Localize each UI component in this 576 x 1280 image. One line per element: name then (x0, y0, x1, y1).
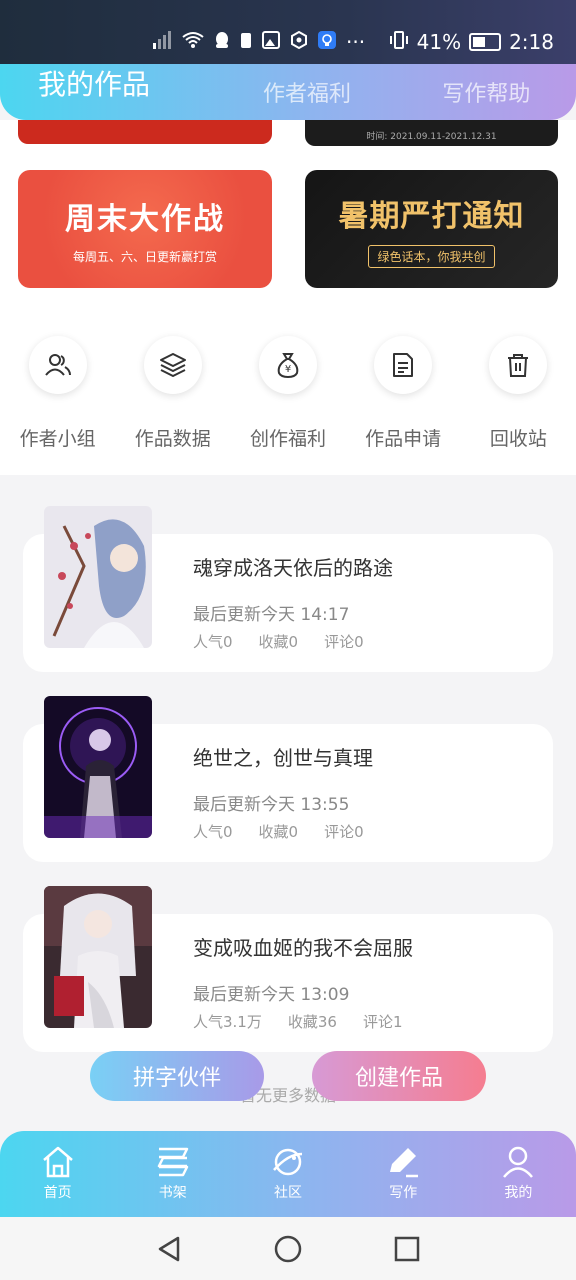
money-bag-icon: ¥ (258, 336, 317, 394)
recents-icon[interactable] (394, 1236, 420, 1262)
nav-mine[interactable]: 我的 (461, 1131, 576, 1217)
nav-community[interactable]: 社区 (230, 1131, 345, 1217)
layers-icon (143, 336, 202, 394)
work-popularity: 人气0 (193, 633, 233, 651)
work-cover-image[interactable] (44, 886, 152, 1028)
quick-label: 作者小组 (19, 428, 96, 450)
tab-writing-help[interactable]: 写作帮助 (397, 76, 576, 108)
vibrate-icon (389, 30, 409, 54)
nav-label: 书架 (158, 1185, 187, 1201)
user-icon (503, 1146, 534, 1178)
status-right: 41% 2:18 (389, 30, 554, 54)
work-favorites: 收藏0 (258, 633, 299, 651)
nav-label: 社区 (274, 1185, 302, 1201)
header-tabs: 我的作品 作者福利 写作帮助 (0, 64, 576, 120)
banner-top-left[interactable] (18, 120, 272, 144)
work-cover-image[interactable] (44, 696, 152, 838)
work-title: 魂穿成洛天依后的路途 (193, 556, 393, 580)
work-title: 变成吸血姬的我不会屈服 (193, 936, 413, 960)
planet-icon (273, 1148, 303, 1176)
work-stats: 人气3.1万 收藏36 评论1 (193, 1011, 403, 1032)
quick-work-data[interactable]: 作品数据 (115, 336, 230, 451)
svg-text:¥: ¥ (285, 364, 291, 375)
quick-actions: 作者小组 作品数据 ¥ 创作福利 作品申请 回收站 (0, 336, 576, 451)
summer-banner-subtitle: 绿色话本，你我共创 (368, 244, 495, 268)
quick-label: 作品申请 (365, 428, 442, 450)
battery-icon (469, 33, 502, 51)
document-icon (374, 336, 433, 394)
main-panel: 时间: 2021.09.11-2021.12.31 周末大作战 每周五、六、日更… (0, 120, 576, 475)
nav-writing[interactable]: 写作 (346, 1131, 461, 1217)
work-favorites: 收藏0 (258, 823, 299, 841)
nav-label: 写作 (389, 1185, 418, 1201)
work-updated: 最后更新今天 14:17 (193, 605, 350, 625)
work-favorites: 收藏36 (287, 1013, 337, 1031)
work-popularity: 人气0 (193, 823, 233, 841)
work-updated: 最后更新今天 13:55 (193, 795, 350, 815)
quick-recycle-bin[interactable]: 回收站 (461, 336, 576, 451)
storage-icon (240, 30, 252, 54)
bulb-icon (318, 30, 336, 54)
tab-my-works[interactable]: 我的作品 (0, 63, 217, 103)
image-icon (262, 30, 280, 54)
banner-top-right[interactable]: 时间: 2021.09.11-2021.12.31 (305, 120, 558, 146)
work-comments: 评论0 (324, 633, 364, 651)
work-comments: 评论1 (362, 1013, 403, 1031)
weekend-banner-title: 周末大作战 (65, 201, 225, 237)
users-icon (28, 336, 87, 394)
create-work-button[interactable]: 创建作品 (312, 1051, 486, 1101)
work-stats: 人气0 收藏0 评论0 (193, 821, 364, 842)
work-popularity: 人气3.1万 (193, 1013, 262, 1031)
system-navigation (0, 1217, 576, 1280)
signal-icon (152, 30, 172, 54)
quick-creation-benefits[interactable]: ¥ 创作福利 (230, 336, 345, 451)
quick-label: 创作福利 (249, 428, 326, 450)
quick-label: 回收站 (489, 428, 547, 450)
back-icon[interactable] (156, 1235, 182, 1263)
work-stats: 人气0 收藏0 评论0 (193, 631, 364, 652)
nav-label: 我的 (504, 1185, 533, 1201)
summer-crackdown-banner[interactable]: 暑期严打通知 绿色话本，你我共创 (305, 170, 558, 288)
bookshelf-icon (157, 1147, 189, 1177)
home-circle-icon[interactable] (274, 1235, 302, 1263)
nav-bookshelf[interactable]: 书架 (115, 1131, 230, 1217)
status-icons: ··· (152, 30, 365, 54)
pen-icon (390, 1148, 419, 1178)
work-cover-image[interactable] (44, 506, 152, 648)
quick-author-group[interactable]: 作者小组 (0, 336, 115, 451)
summer-banner-title: 暑期严打通知 (338, 198, 525, 234)
nav-label: 首页 (43, 1185, 72, 1201)
clock: 2:18 (509, 30, 554, 54)
tab-author-benefits[interactable]: 作者福利 (217, 76, 396, 108)
work-title: 绝世之，创世与真理 (193, 746, 373, 770)
quick-work-application[interactable]: 作品申请 (346, 336, 461, 451)
work-comments: 评论0 (324, 823, 364, 841)
weekend-banner-subtitle: 每周五、六、日更新赢打赏 (72, 249, 217, 264)
bottom-nav: 首页 书架 社区 写作 我的 (0, 1131, 576, 1217)
trash-icon (489, 336, 548, 394)
writing-partner-button[interactable]: 拼字伙伴 (90, 1051, 264, 1101)
no-more-data-text: 暂无更多数据 (239, 1086, 336, 1105)
quick-label: 作品数据 (134, 428, 211, 450)
banner-date-text: 时间: 2021.09.11-2021.12.31 (366, 132, 497, 142)
more-icon: ··· (346, 30, 366, 54)
settings-icon (290, 30, 308, 54)
nav-home[interactable]: 首页 (0, 1131, 115, 1217)
wifi-icon (182, 30, 204, 54)
work-updated: 最后更新今天 13:09 (193, 985, 350, 1005)
weekend-battle-banner[interactable]: 周末大作战 每周五、六、日更新赢打赏 (18, 170, 272, 288)
battery-percent: 41% (416, 30, 462, 54)
home-icon (42, 1146, 73, 1178)
qq-icon (214, 30, 230, 54)
